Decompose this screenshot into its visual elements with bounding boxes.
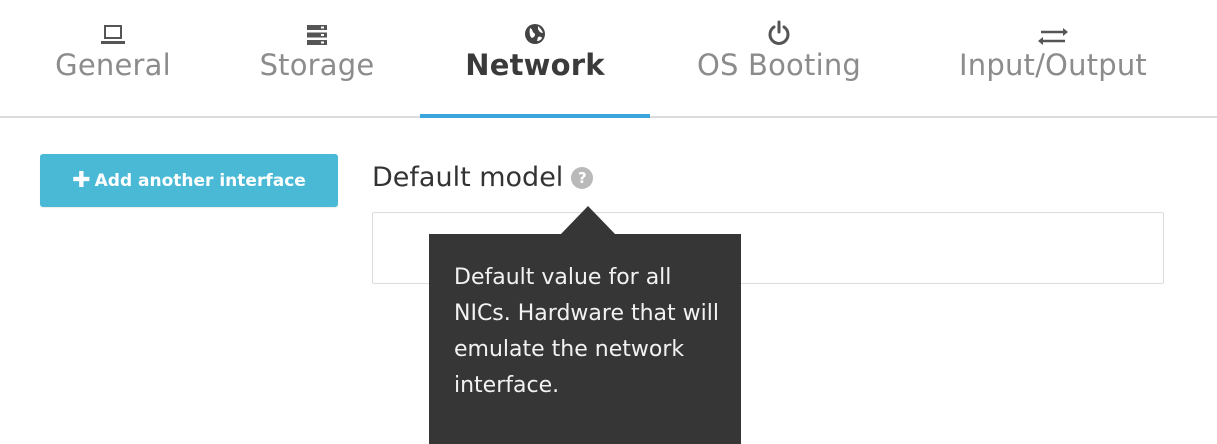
tab-storage[interactable]: Storage: [258, 0, 376, 116]
tooltip-text: Default value for all NICs. Hardware tha…: [454, 265, 719, 398]
plus-icon: ✚: [72, 167, 91, 193]
laptop-icon: [100, 12, 126, 46]
add-interface-label: Add another interface: [94, 170, 306, 191]
question-circle-icon[interactable]: ?: [571, 166, 594, 189]
tab-input-output[interactable]: Input/Output: [950, 0, 1156, 116]
tab-network[interactable]: Network: [420, 0, 650, 118]
help-tooltip: Default value for all NICs. Hardware tha…: [429, 234, 741, 444]
power-icon: [767, 12, 791, 46]
storage-icon: [306, 12, 328, 46]
add-interface-button[interactable]: ✚ Add another interface: [40, 154, 338, 207]
tab-general[interactable]: General: [52, 0, 174, 116]
tab-os-booting[interactable]: OS Booting: [690, 0, 868, 116]
tooltip-arrow: [561, 206, 615, 234]
tab-bar: General Storage Network OS Booting Input…: [0, 0, 1217, 118]
exchange-icon: [1038, 12, 1068, 46]
default-model-label: Default model ?: [372, 162, 594, 193]
tab-label: General: [55, 48, 171, 82]
tab-label: Network: [465, 48, 605, 82]
tab-label: Input/Output: [959, 48, 1147, 82]
tab-label: Storage: [259, 48, 375, 82]
default-model-label-text: Default model: [372, 162, 564, 193]
tab-label: OS Booting: [696, 48, 862, 82]
globe-icon: [523, 12, 547, 46]
